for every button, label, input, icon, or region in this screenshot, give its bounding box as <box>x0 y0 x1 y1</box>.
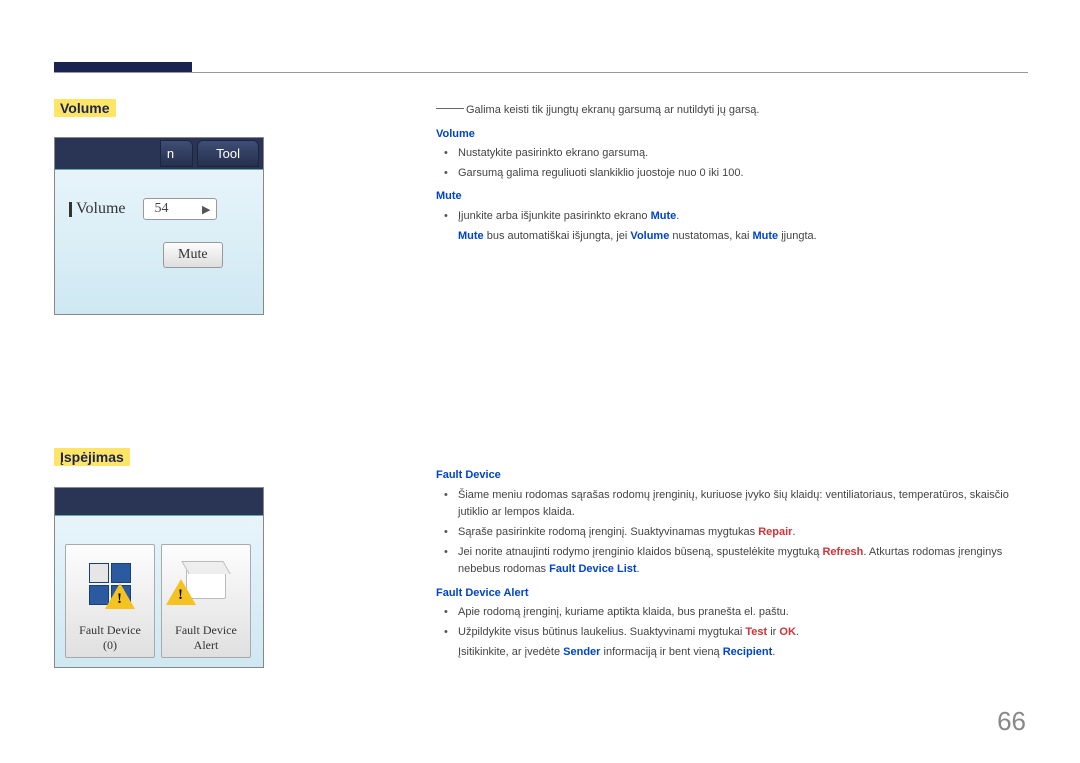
top-accent-bar <box>54 62 192 72</box>
volume-row: Volume 54 ▶ <box>69 198 249 220</box>
tab-n[interactable]: n <box>160 140 193 167</box>
mute-button[interactable]: Mute <box>163 242 223 268</box>
vol-b1: Nustatykite pasirinkto ekrano garsumą. <box>458 145 1024 163</box>
content-column: Galima keisti tik įjungtų ekranų garsumą… <box>436 102 1024 661</box>
heading-volume: Volume <box>54 99 116 117</box>
mute-bullets: Įjunkite arba išjunkite pasirinkto ekran… <box>436 208 1024 226</box>
alert-screenshot: Fault Device (0) Fault Device Alert <box>54 487 264 668</box>
fd-b1: Šiame meniu rodomas sąrašas rodomų įreng… <box>458 487 1024 522</box>
fault-alert-bullets: Apie rodomą įrenginį, kuriame aptikta kl… <box>436 604 1024 641</box>
fault-device-alert-card[interactable]: Fault Device Alert <box>161 544 251 658</box>
fault-alert-icon <box>162 545 250 623</box>
fault-device-icon <box>66 545 154 623</box>
alert-tab-bar <box>55 488 263 516</box>
subhead-mute: Mute <box>436 188 1024 206</box>
volume-panel: Volume 54 ▶ Mute <box>55 170 263 288</box>
mute-b1: Įjunkite arba išjunkite pasirinkto ekran… <box>458 208 1024 226</box>
fault-device-card[interactable]: Fault Device (0) <box>65 544 155 658</box>
fault-device-label-1: Fault Device <box>79 623 141 638</box>
fa-b1: Apie rodomą įrenginį, kuriame aptikta kl… <box>458 604 1024 622</box>
mute-note: Mute bus automatiškai išjungta, jei Volu… <box>436 228 1024 246</box>
heading-ispejimas-wrapper: Įspėjimas <box>54 448 130 466</box>
subhead-fault-device: Fault Device <box>436 467 1024 485</box>
intro-line: Galima keisti tik įjungtų ekranų garsumą… <box>436 102 1024 120</box>
fault-device-label-2: (0) <box>103 638 117 653</box>
warning-icon <box>166 579 196 605</box>
chevron-right-icon[interactable]: ▶ <box>196 203 216 216</box>
tab-bar: n Tool <box>55 138 263 170</box>
vol-b2: Garsumą galima reguliuoti slankiklio juo… <box>458 165 1024 183</box>
page-number: 66 <box>997 706 1026 737</box>
fa-note: Įsitikinkite, ar įvedėte Sender informac… <box>436 644 1024 662</box>
volume-screenshot: n Tool Volume 54 ▶ Mute <box>54 137 264 315</box>
heading-volume-wrapper: Volume <box>54 99 116 117</box>
heading-ispejimas: Įspėjimas <box>54 448 130 466</box>
alert-panel: Fault Device (0) Fault Device Alert <box>55 516 263 668</box>
volume-stepper[interactable]: 54 ▶ <box>143 198 217 220</box>
subhead-volume: Volume <box>436 126 1024 144</box>
volume-bullets: Nustatykite pasirinkto ekrano garsumą. G… <box>436 145 1024 182</box>
fd-b2: Sąraše pasirinkite rodomą įrenginį. Suak… <box>458 524 1024 542</box>
fa-b2: Užpildykite visus būtinus laukelius. Sua… <box>458 624 1024 642</box>
fault-alert-label-2: Alert <box>194 638 219 653</box>
fd-b3: Jei norite atnaujinti rodymo įrenginio k… <box>458 544 1024 579</box>
fault-device-bullets: Šiame meniu rodomas sąrašas rodomų įreng… <box>436 487 1024 579</box>
volume-value: 54 <box>154 201 168 217</box>
tab-tool[interactable]: Tool <box>197 140 259 167</box>
subhead-fault-alert: Fault Device Alert <box>436 585 1024 603</box>
volume-label: Volume <box>69 200 125 218</box>
top-rule <box>54 53 1028 73</box>
fault-alert-label-1: Fault Device <box>175 623 237 638</box>
warning-icon <box>105 583 135 609</box>
